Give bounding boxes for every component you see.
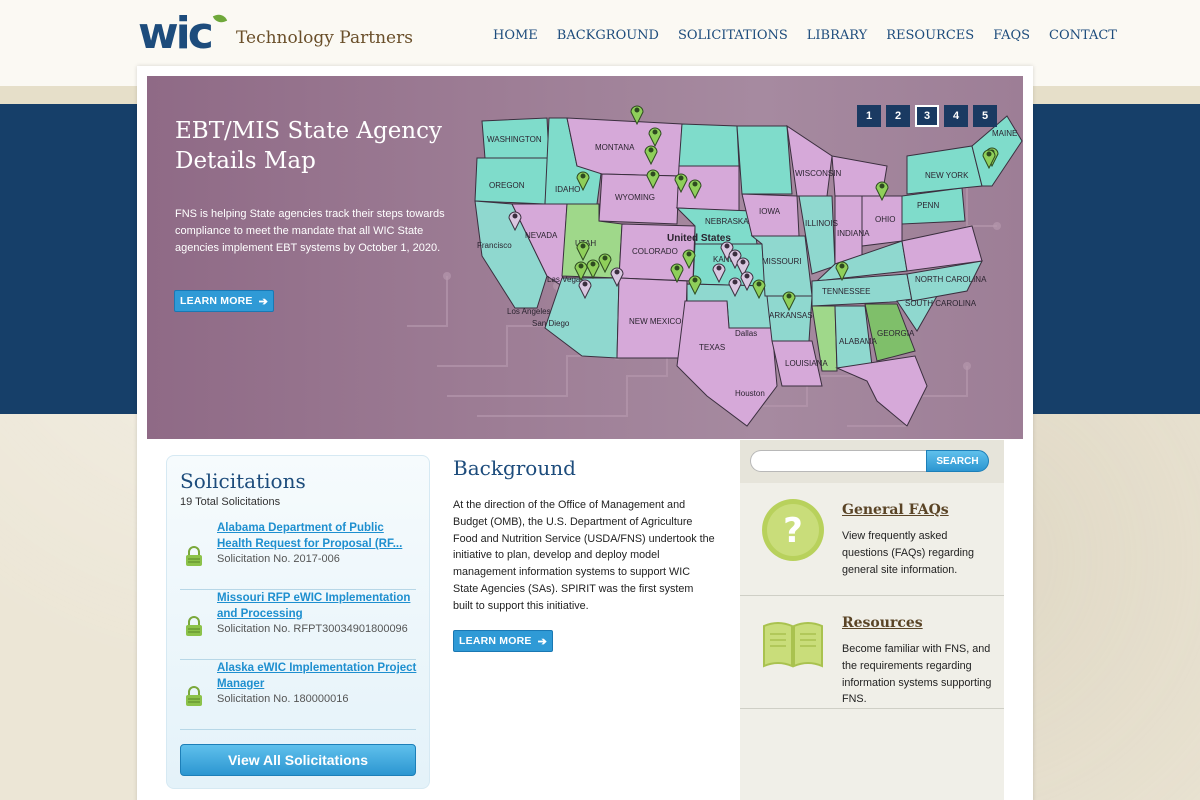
nav-resources[interactable]: RESOURCES: [886, 28, 974, 43]
feature-title[interactable]: Resources: [842, 615, 923, 631]
map-label-colorado: COLORADO: [632, 247, 678, 256]
map-label-idaho: IDAHO: [555, 185, 580, 194]
question-icon: ?: [762, 499, 824, 561]
slide-pager: 1 2 3 4 5: [857, 105, 1002, 127]
solicitations-title: Solicitations: [180, 469, 306, 493]
slide-button-3[interactable]: 3: [915, 105, 939, 127]
solicitation-number: Solicitation No. 180000016: [217, 693, 349, 705]
map-label-north-carolina: NORTH CAROLINA: [915, 275, 987, 284]
map-label-washington: WASHINGTON: [487, 135, 542, 144]
background-text: At the direction of the Office of Manage…: [453, 499, 715, 612]
logo-letters: wic: [138, 8, 214, 59]
book-icon: [763, 622, 823, 668]
hero-learn-more-button[interactable]: LEARN MORE ➔: [174, 290, 274, 312]
map-label-illinois: ILLINOIS: [805, 219, 838, 228]
solicitation-item: Alaska eWIC Implementation Project Manag…: [180, 660, 416, 730]
search-form: SEARCH: [750, 450, 989, 472]
search-button[interactable]: SEARCH: [926, 450, 989, 472]
slide-button-5[interactable]: 5: [973, 105, 997, 127]
solicitation-number: Solicitation No. 2017-006: [217, 553, 340, 565]
right-sidebar: SEARCH ? General FAQs View frequently as…: [740, 440, 1004, 800]
slide-button-4[interactable]: 4: [944, 105, 968, 127]
map-label-penn: PENN: [917, 201, 939, 210]
map-label-wyoming: WYOMING: [615, 193, 655, 202]
solicitations-count: 19 Total Solicitations: [180, 496, 281, 508]
nav-contact[interactable]: CONTACT: [1049, 28, 1117, 43]
map-label-nevada: NEVADA: [525, 231, 558, 240]
lock-icon: [186, 686, 202, 706]
main-nav: HOME BACKGROUND SOLICITATIONS LIBRARY RE…: [493, 28, 1117, 43]
map-label-san-diego: San Diego: [532, 319, 570, 328]
nav-background[interactable]: BACKGROUND: [557, 28, 659, 43]
map-label-new-york: NEW YORK: [925, 171, 969, 180]
feature-description: Become familiar with FNS, and the requir…: [842, 643, 992, 706]
state-north-dakota: [678, 123, 740, 167]
hero-description: FNS is helping State agencies track thei…: [175, 208, 445, 254]
feature-description: View frequently asked questions (FAQs) r…: [842, 530, 975, 576]
feature-title[interactable]: General FAQs: [842, 502, 949, 518]
map-label-montana: MONTANA: [595, 143, 635, 152]
slide-button-1[interactable]: 1: [857, 105, 881, 127]
nav-home[interactable]: HOME: [493, 28, 538, 43]
nav-library[interactable]: LIBRARY: [807, 28, 867, 43]
map-label-wisconsin: WISCONSIN: [795, 169, 841, 178]
map-label-south-carolina: SOUTH CAROLINA: [905, 299, 977, 308]
solicitation-item: Alabama Department of Public Health Requ…: [180, 520, 416, 590]
state-florida: [835, 355, 928, 427]
arrow-right-icon: ➔: [258, 295, 269, 308]
logo-name: Technology Partners: [236, 28, 413, 48]
hero-learn-more-label: LEARN MORE: [180, 295, 253, 307]
hero-title: EBT/MIS State Agency Details Map: [175, 118, 442, 174]
nav-faqs[interactable]: FAQS: [993, 28, 1030, 43]
map-label-tennessee: TENNESSEE: [822, 287, 870, 296]
map-label-los-angeles: Los Angeles: [507, 307, 551, 316]
arrow-right-icon: ➔: [537, 635, 548, 648]
map-label-georgia: GEORGIA: [877, 329, 915, 338]
view-all-solicitations-button[interactable]: View All Solicitations: [180, 744, 416, 776]
map-label-iowa: IOWA: [759, 207, 781, 216]
us-state-map[interactable]: WASHINGTON MONTANA OREGON IDAHO WYOMING …: [437, 96, 1023, 439]
solicitation-link[interactable]: Alabama Department of Public Health Requ…: [217, 520, 417, 552]
lock-icon: [186, 616, 202, 636]
state-minnesota: [736, 125, 793, 195]
state-south-dakota: [676, 165, 740, 212]
wic-logo-mark: wic: [138, 12, 228, 56]
feature-resources: Resources Become familiar with FNS, and …: [740, 596, 1004, 709]
map-label-alabama: ALABAMA: [839, 337, 877, 346]
map-label-texas: TEXAS: [699, 343, 725, 352]
search-bar: SEARCH: [740, 440, 1004, 483]
solicitation-number: Solicitation No. RFPT30034901800096: [217, 623, 408, 635]
map-label-ohio: OHIO: [875, 215, 895, 224]
svg-text:?: ?: [783, 511, 803, 551]
map-label-maine: MAINE: [992, 129, 1017, 138]
solicitation-link[interactable]: Alaska eWIC Implementation Project Manag…: [217, 660, 417, 692]
background-learn-more-button[interactable]: LEARN MORE ➔: [453, 630, 553, 652]
lock-icon: [186, 546, 202, 566]
search-input[interactable]: [750, 450, 926, 472]
background-title: Background: [453, 456, 576, 480]
map-label-louisiana: LOUISIANA: [785, 359, 828, 368]
hero-slider: EBT/MIS State Agency Details Map FNS is …: [147, 76, 1023, 439]
map-label-nebraska: NEBRASKA: [705, 217, 749, 226]
site-logo[interactable]: wic Technology Partners: [138, 10, 413, 58]
nav-solicitations[interactable]: SOLICITATIONS: [678, 28, 788, 43]
map-label-indiana: INDIANA: [837, 229, 870, 238]
map-label-houston: Houston: [735, 389, 765, 398]
solicitation-link[interactable]: Missouri RFP eWIC Implementation and Pro…: [217, 590, 417, 622]
map-label-oregon: OREGON: [489, 181, 525, 190]
map-label-new-mexico: NEW MEXICO: [629, 317, 681, 326]
map-label-united-states: United States: [667, 233, 731, 244]
solicitations-panel: Solicitations 19 Total Solicitations Ala…: [166, 455, 430, 789]
map-label-missouri: MISSOURI: [762, 257, 802, 266]
state-new-york: [906, 145, 983, 195]
state-wisconsin: [786, 124, 833, 197]
map-label-francisco: Francisco: [477, 241, 512, 250]
solicitation-item: Missouri RFP eWIC Implementation and Pro…: [180, 590, 416, 660]
map-label-arkansas: ARKANSAS: [769, 311, 813, 320]
leaf-icon: [212, 12, 228, 25]
slide-button-2[interactable]: 2: [886, 105, 910, 127]
feature-general-faqs: ? General FAQs View frequently asked que…: [740, 483, 1004, 596]
background-learn-more-label: LEARN MORE: [459, 635, 532, 647]
map-label-dallas: Dallas: [735, 329, 757, 338]
